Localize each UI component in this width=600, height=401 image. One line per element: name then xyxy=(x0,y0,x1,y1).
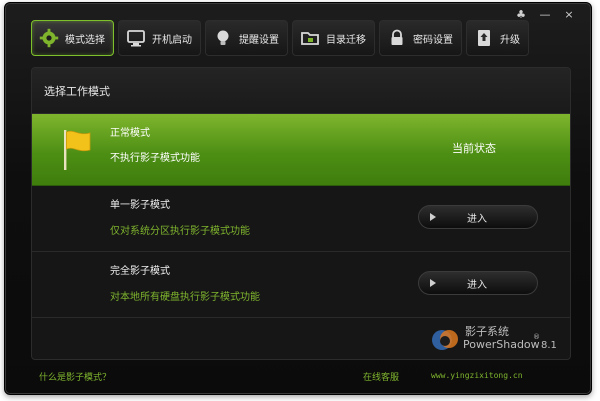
tab-upgrade[interactable]: 升级 xyxy=(466,20,529,56)
upgrade-icon xyxy=(473,27,495,49)
tab-password[interactable]: 密码设置 xyxy=(379,20,462,56)
mode-name: 单一影子模式 xyxy=(110,200,170,211)
mode-panel: 选择工作模式 正常模式 不执行影子模式功能 当前状态 单一影子模式 仅对系统分区… xyxy=(31,67,571,360)
tab-label: 升级 xyxy=(500,34,520,46)
mode-row-full-shadow: 完全影子模式 对本地所有硬盘执行影子模式功能 进入 xyxy=(32,252,570,318)
mode-name: 正常模式 xyxy=(110,128,150,139)
lock-icon xyxy=(386,27,408,49)
button-label: 进入 xyxy=(467,213,487,225)
tab-reminder[interactable]: 提醒设置 xyxy=(205,20,288,56)
tab-label: 开机启动 xyxy=(152,34,192,46)
play-arrow-icon xyxy=(429,213,449,221)
mode-name: 完全影子模式 xyxy=(110,266,170,277)
folder-icon xyxy=(299,27,321,49)
flag-icon xyxy=(60,128,96,172)
online-support-link[interactable]: 在线客服 xyxy=(363,370,399,383)
panel-title: 选择工作模式 xyxy=(32,68,570,114)
registered-mark: ® xyxy=(533,333,540,341)
logo-emblem-icon xyxy=(432,330,458,350)
logo-version: 8.1 xyxy=(541,340,557,351)
logo-subtitle: PowerShadow xyxy=(463,338,540,351)
enter-full-shadow-button[interactable]: 进入 xyxy=(418,271,538,295)
current-state-label: 当前状态 xyxy=(452,142,496,155)
tab-label: 密码设置 xyxy=(413,34,453,46)
tab-mode-select[interactable]: 模式选择 xyxy=(31,20,114,56)
tab-label: 提醒设置 xyxy=(239,34,279,46)
monitor-icon xyxy=(125,27,147,49)
logo-title: 影子系统 xyxy=(465,325,509,338)
main-toolbar: 模式选择 开机启动 提醒设置 目录迁移 密码设置 升级 xyxy=(31,20,529,56)
help-link[interactable]: 什么是影子模式？ xyxy=(39,370,111,383)
mode-description: 对本地所有硬盘执行影子模式功能 xyxy=(110,292,260,303)
mode-description: 仅对系统分区执行影子模式功能 xyxy=(110,226,250,237)
button-label: 进入 xyxy=(467,279,487,291)
enter-single-shadow-button[interactable]: 进入 xyxy=(418,205,538,229)
website-link[interactable]: www.yingzixitong.cn xyxy=(431,371,523,380)
mode-row-normal[interactable]: 正常模式 不执行影子模式功能 当前状态 xyxy=(32,114,570,186)
mode-description: 不执行影子模式功能 xyxy=(110,153,200,164)
tab-label: 目录迁移 xyxy=(326,34,366,46)
gear-icon xyxy=(38,27,60,49)
mode-row-single-shadow: 单一影子模式 仅对系统分区执行影子模式功能 进入 xyxy=(32,186,570,252)
minimize-icon: — xyxy=(539,8,551,21)
minimize-button[interactable]: — xyxy=(539,9,551,21)
app-window: ♣ — × 模式选择 开机启动 提醒设置 目录迁移 密码设置 升级 选择工作模式… xyxy=(4,2,592,395)
play-arrow-icon xyxy=(429,279,449,287)
powershadow-logo: 影子系统 PowerShadow ® 8.1 xyxy=(431,321,561,357)
tab-startup[interactable]: 开机启动 xyxy=(118,20,201,56)
tab-label: 模式选择 xyxy=(65,34,105,46)
close-button[interactable]: × xyxy=(563,9,575,21)
lightbulb-icon xyxy=(212,27,234,49)
close-icon: × xyxy=(564,8,574,21)
tab-directory-migration[interactable]: 目录迁移 xyxy=(292,20,375,56)
